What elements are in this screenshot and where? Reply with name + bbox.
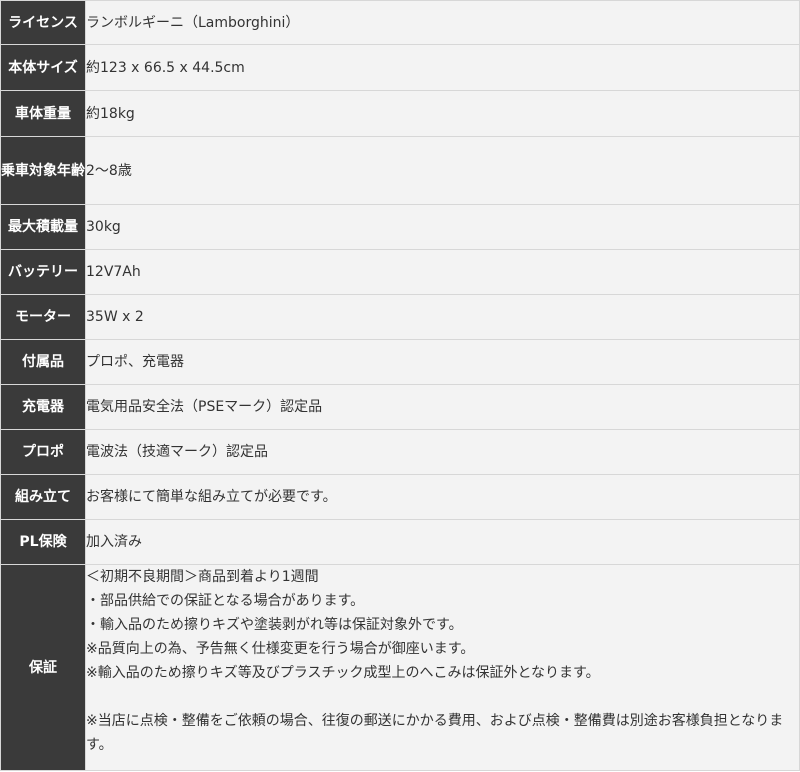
spec-table: ライセンス ランボルギーニ（Lamborghini） 本体サイズ 約123 x …	[0, 0, 800, 771]
spec-value: ランボルギーニ（Lamborghini）	[85, 0, 800, 45]
spec-row-weight: 車体重量 約18kg	[0, 90, 800, 137]
warranty-line: ※当店に点検・整備をご依頼の場合、往復の郵送にかかる費用、および点検・整備費は別…	[86, 713, 784, 753]
spec-row-warranty: 保証 ＜初期不良期間＞商品到着より1週間 ・部品供給での保証となる場合があります…	[0, 564, 800, 771]
spec-row-motor: モーター 35W x 2	[0, 294, 800, 340]
spec-value: 約18kg	[85, 90, 800, 137]
spec-label: 付属品	[0, 339, 86, 385]
spec-row-propo: プロポ 電波法（技適マーク）認定品	[0, 429, 800, 475]
warranty-line: ・輸入品のため擦りキズや塗装剥がれ等は保証対象外です。	[86, 617, 463, 633]
spec-row-size: 本体サイズ 約123 x 66.5 x 44.5cm	[0, 44, 800, 91]
spec-label: モーター	[0, 294, 86, 340]
warranty-line: ※品質向上の為、予告無く仕様変更を行う場合が御座います。	[86, 641, 475, 657]
spec-value: 2〜8歳	[85, 136, 800, 205]
spec-row-accessories: 付属品 プロポ、充電器	[0, 339, 800, 385]
spec-value: 加入済み	[85, 519, 800, 565]
spec-value: 約123 x 66.5 x 44.5cm	[85, 44, 800, 91]
spec-label: プロポ	[0, 429, 86, 475]
spec-row-pl-insurance: PL保険 加入済み	[0, 519, 800, 565]
spec-value: 30kg	[85, 204, 800, 250]
spec-label: 最大積載量	[0, 204, 86, 250]
spec-row-battery: バッテリー 12V7Ah	[0, 249, 800, 295]
spec-row-age: 乗車対象年齢 2〜8歳	[0, 136, 800, 205]
warranty-text: ＜初期不良期間＞商品到着より1週間 ・部品供給での保証となる場合があります。 ・…	[85, 564, 800, 771]
spec-label: 乗車対象年齢	[0, 136, 86, 205]
warranty-line: ＜初期不良期間＞商品到着より1週間	[86, 569, 319, 585]
spec-label: PL保険	[0, 519, 86, 565]
warranty-line: ※輸入品のため擦りキズ等及びプラスチック成型上のへこみは保証外となります。	[86, 665, 600, 681]
spec-label: ライセンス	[0, 0, 86, 45]
spec-label: バッテリー	[0, 249, 86, 295]
spec-row-license: ライセンス ランボルギーニ（Lamborghini）	[0, 0, 800, 45]
spec-label: 車体重量	[0, 90, 86, 137]
spec-label: 本体サイズ	[0, 44, 86, 91]
spec-value: 12V7Ah	[85, 249, 800, 295]
spec-value: 電波法（技適マーク）認定品	[85, 429, 800, 475]
spec-label: 充電器	[0, 384, 86, 430]
spec-value: プロポ、充電器	[85, 339, 800, 385]
spec-row-max-load: 最大積載量 30kg	[0, 204, 800, 250]
warranty-line-blank	[86, 685, 799, 709]
spec-label: 保証	[0, 564, 86, 771]
spec-row-charger: 充電器 電気用品安全法（PSEマーク）認定品	[0, 384, 800, 430]
spec-value: 35W x 2	[85, 294, 800, 340]
spec-row-assembly: 組み立て お客様にて簡単な組み立てが必要です。	[0, 474, 800, 520]
spec-value: 電気用品安全法（PSEマーク）認定品	[85, 384, 800, 430]
spec-label: 組み立て	[0, 474, 86, 520]
spec-value: お客様にて簡単な組み立てが必要です。	[85, 474, 800, 520]
warranty-line: ・部品供給での保証となる場合があります。	[86, 593, 365, 609]
